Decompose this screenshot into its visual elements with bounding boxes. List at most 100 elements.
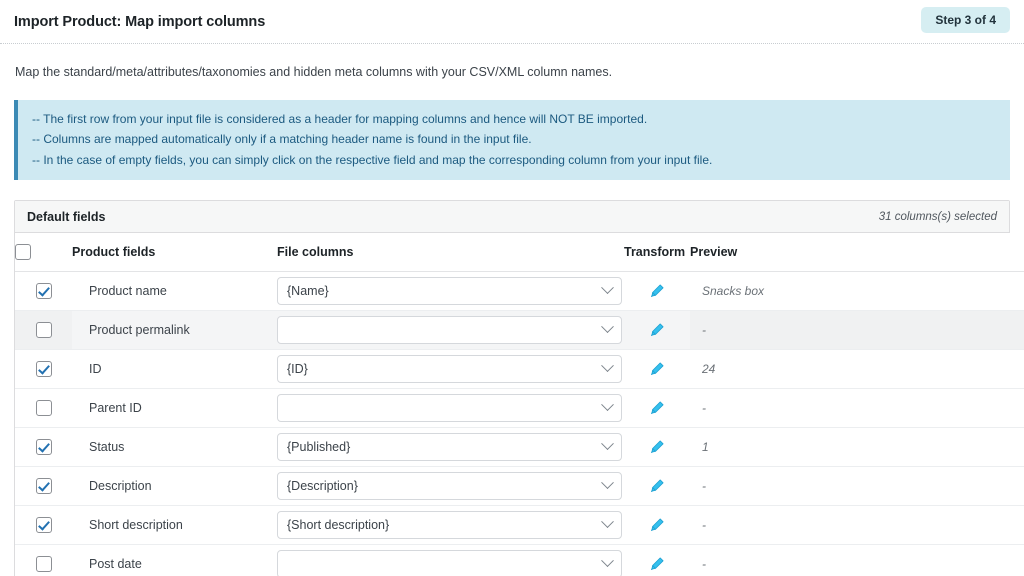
pencil-edit-icon[interactable] bbox=[649, 556, 665, 572]
preview-value: - bbox=[690, 544, 1024, 576]
page-title: Import Product: Map import columns bbox=[14, 13, 266, 30]
panel-title: Default fields bbox=[27, 209, 106, 224]
chevron-down-icon bbox=[601, 320, 614, 334]
panel-header: Default fields 31 columns(s) selected bbox=[15, 201, 1009, 234]
chevron-down-icon bbox=[601, 554, 614, 568]
file-column-value: {Description} bbox=[287, 479, 358, 494]
chevron-down-icon bbox=[601, 476, 614, 490]
column-mapping-table: Product fields File columns Transform Pr… bbox=[15, 233, 1024, 576]
row-checkbox[interactable] bbox=[35, 556, 52, 573]
row-select-cell bbox=[15, 505, 72, 546]
file-column-select[interactable]: {Name} bbox=[277, 277, 622, 306]
row-checkbox[interactable] bbox=[35, 361, 52, 378]
pencil-edit-icon[interactable] bbox=[649, 439, 665, 455]
transform-cell bbox=[624, 466, 690, 507]
select-all-header bbox=[15, 233, 72, 273]
chevron-down-icon bbox=[601, 437, 614, 451]
transform-cell bbox=[624, 388, 690, 429]
row-select-cell bbox=[15, 310, 72, 351]
row-checkbox[interactable] bbox=[35, 283, 52, 300]
pencil-edit-icon[interactable] bbox=[649, 283, 665, 299]
row-select-cell bbox=[15, 271, 72, 312]
chevron-down-icon bbox=[601, 398, 614, 412]
preview-value: - bbox=[690, 388, 1024, 429]
table-row[interactable]: Status {Published} 1 bbox=[15, 427, 1024, 468]
file-column-value: {ID} bbox=[287, 362, 308, 377]
transform-cell bbox=[624, 271, 690, 312]
preview-header: Preview bbox=[690, 233, 1024, 273]
file-column-cell: {Published} bbox=[277, 427, 624, 468]
window-header: Import Product: Map import columns Step … bbox=[0, 0, 1024, 44]
product-field-label: Description bbox=[72, 466, 277, 507]
row-select-cell bbox=[15, 388, 72, 429]
file-column-select[interactable]: {Published} bbox=[277, 433, 622, 462]
file-column-select[interactable]: {Description} bbox=[277, 472, 622, 501]
file-column-value: {Published} bbox=[287, 440, 351, 455]
row-select-cell bbox=[15, 466, 72, 507]
row-checkbox[interactable] bbox=[35, 400, 52, 417]
selected-columns-count: 31 columns(s) selected bbox=[878, 210, 997, 223]
main-content: Map the standard/meta/attributes/taxonom… bbox=[0, 44, 1024, 576]
table-row[interactable]: Parent ID - bbox=[15, 388, 1024, 429]
file-column-value: {Name} bbox=[287, 284, 329, 299]
file-column-select[interactable] bbox=[277, 394, 622, 423]
file-column-select[interactable]: {ID} bbox=[277, 355, 622, 384]
row-select-cell bbox=[15, 544, 72, 576]
file-columns-header: File columns bbox=[277, 233, 624, 273]
row-checkbox[interactable] bbox=[35, 478, 52, 495]
pencil-edit-icon[interactable] bbox=[649, 478, 665, 494]
transform-cell bbox=[624, 505, 690, 546]
product-field-label: Post date bbox=[72, 544, 277, 576]
chevron-down-icon bbox=[601, 359, 614, 373]
default-fields-panel: Default fields 31 columns(s) selected Pr… bbox=[14, 200, 1024, 576]
preview-value: Snacks box bbox=[690, 271, 1024, 312]
intro-text: Map the standard/meta/attributes/taxonom… bbox=[15, 65, 613, 79]
table-row[interactable]: Product permalink - bbox=[15, 310, 1024, 351]
file-column-select[interactable] bbox=[277, 550, 622, 576]
table-row[interactable]: ID {ID} 24 bbox=[15, 349, 1024, 390]
product-fields-header: Product fields bbox=[72, 233, 277, 273]
chevron-down-icon bbox=[601, 515, 614, 529]
preview-value: - bbox=[690, 310, 1024, 351]
product-field-label: Status bbox=[72, 427, 277, 468]
product-field-label: ID bbox=[72, 349, 277, 390]
file-column-cell: {Name} bbox=[277, 271, 624, 312]
file-column-cell bbox=[277, 388, 624, 429]
table-row[interactable]: Description {Description} - bbox=[15, 466, 1024, 507]
notice-line: -- In the case of empty fields, you can … bbox=[32, 152, 713, 167]
product-field-label: Product permalink bbox=[72, 310, 277, 351]
product-field-label: Short description bbox=[72, 505, 277, 546]
table-row[interactable]: Post date - bbox=[15, 544, 1024, 576]
file-column-select[interactable] bbox=[277, 316, 622, 345]
file-column-cell: {ID} bbox=[277, 349, 624, 390]
transform-cell bbox=[624, 310, 690, 351]
notice-line: -- Columns are mapped automatically only… bbox=[32, 132, 532, 147]
product-field-label: Parent ID bbox=[72, 388, 277, 429]
row-select-cell bbox=[15, 349, 72, 390]
row-checkbox[interactable] bbox=[35, 439, 52, 456]
notice-line: -- The first row from your input file is… bbox=[32, 111, 648, 126]
pencil-edit-icon[interactable] bbox=[649, 517, 665, 533]
transform-cell bbox=[624, 427, 690, 468]
transform-cell bbox=[624, 544, 690, 576]
select-all-checkbox[interactable] bbox=[15, 244, 31, 261]
row-checkbox[interactable] bbox=[35, 322, 52, 339]
table-header-row: Product fields File columns Transform Pr… bbox=[15, 233, 1024, 273]
file-column-select[interactable]: {Short description} bbox=[277, 511, 622, 540]
chevron-down-icon bbox=[601, 281, 614, 295]
file-column-cell: {Description} bbox=[277, 466, 624, 507]
product-field-label: Product name bbox=[72, 271, 277, 312]
table-body: Product name {Name} Snacks box Product perm… bbox=[15, 271, 1024, 576]
pencil-edit-icon[interactable] bbox=[649, 322, 665, 338]
pencil-edit-icon[interactable] bbox=[649, 400, 665, 416]
table-row[interactable]: Product name {Name} Snacks box bbox=[15, 271, 1024, 312]
preview-value: 24 bbox=[690, 349, 1024, 390]
file-column-value: {Short description} bbox=[287, 518, 390, 533]
preview-value: - bbox=[690, 505, 1024, 546]
step-badge: Step 3 of 4 bbox=[921, 7, 1010, 33]
row-select-cell bbox=[15, 427, 72, 468]
transform-header: Transform bbox=[624, 233, 690, 273]
table-row[interactable]: Short description {Short description} - bbox=[15, 505, 1024, 546]
row-checkbox[interactable] bbox=[35, 517, 52, 534]
pencil-edit-icon[interactable] bbox=[649, 361, 665, 377]
